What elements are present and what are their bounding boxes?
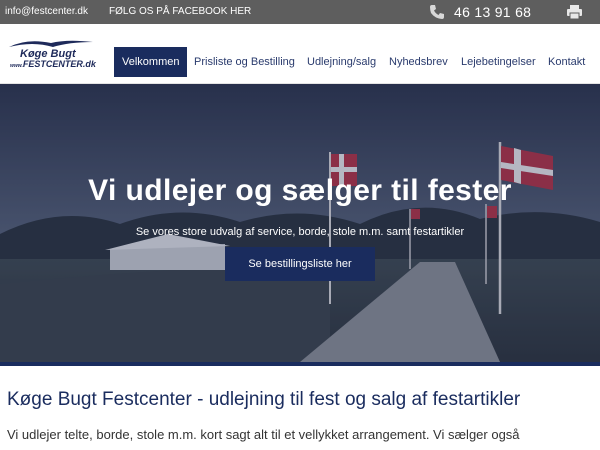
intro-text: Vi udlejer telte, borde, stole m.m. kort… bbox=[7, 427, 520, 442]
nav-item-kontakt[interactable]: Kontakt bbox=[548, 47, 585, 77]
nav-item-lejebetingelser[interactable]: Lejebetingelser bbox=[461, 47, 536, 77]
logo-text-line2: www.FESTCENTER.dk bbox=[10, 59, 96, 69]
hero-subtitle: Se vores store udvalg af service, borde,… bbox=[135, 226, 465, 238]
phone-icon bbox=[430, 5, 444, 19]
hero-bottom-band bbox=[0, 362, 600, 366]
top-bar: info@festcenter.dk FØLG OS PÅ FACEBOOK H… bbox=[0, 0, 600, 24]
hero-title: Vi udlejer og sælger til fester bbox=[88, 174, 512, 207]
nav-item-nyhedsbrev[interactable]: Nyhedsbrev bbox=[389, 47, 448, 77]
print-icon[interactable] bbox=[566, 4, 583, 20]
facebook-link[interactable]: FØLG OS PÅ FACEBOOK HER bbox=[109, 6, 251, 17]
hero-background-photo bbox=[0, 84, 600, 362]
phone-number[interactable]: 46 13 91 68 bbox=[454, 4, 531, 20]
nav-item-prisliste[interactable]: Prisliste og Bestilling bbox=[194, 47, 295, 77]
order-list-button[interactable]: Se bestillingsliste her bbox=[225, 247, 375, 281]
page-title: Køge Bugt Festcenter - udlejning til fes… bbox=[7, 389, 521, 410]
site-logo[interactable]: Køge Bugt www.FESTCENTER.dk bbox=[7, 37, 96, 71]
email-link[interactable]: info@festcenter.dk bbox=[5, 6, 88, 17]
nav-item-velkommen[interactable]: Velkommen bbox=[114, 47, 188, 77]
nav-item-udlejning[interactable]: Udlejning/salg bbox=[307, 47, 376, 77]
hero-banner: Vi udlejer og sælger til fester Se vores… bbox=[0, 84, 600, 362]
